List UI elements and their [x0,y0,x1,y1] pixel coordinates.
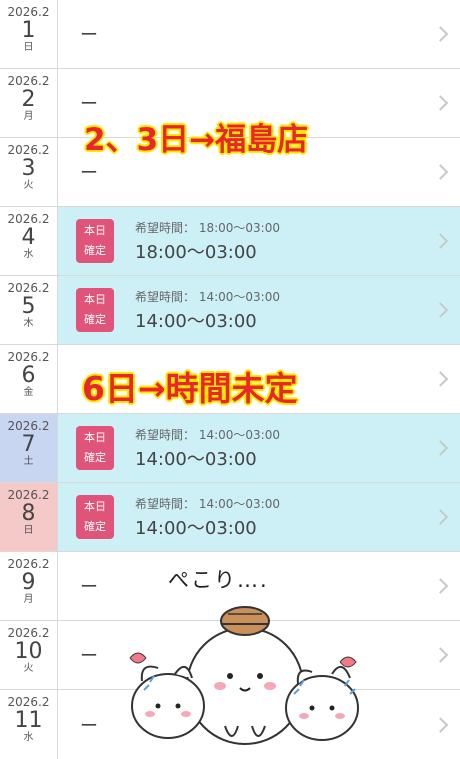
no-shift-dash: ー [80,94,98,115]
badge-top-label: 本日 [84,224,106,237]
requested-time: 希望時間： 14:00〜03:00 [135,290,280,304]
year-month: 2026.2 [7,74,50,88]
day-number: 4 [21,225,36,250]
badge-top-label: 本日 [84,431,106,444]
year-month: 2026.2 [7,626,50,640]
no-shift-dash: ー [80,646,98,667]
year-month: 2026.2 [7,5,50,19]
year-month: 2026.2 [7,419,50,433]
year-month: 2026.2 [7,557,50,571]
confirmed-time: 14:00〜03:00 [135,311,257,332]
year-month: 2026.2 [7,281,50,295]
bowing-characters-sticker: ぺこり…. [120,560,370,756]
confirmed-time: 14:00〜03:00 [135,449,257,470]
confirmed-badge: 本日 確定 [76,288,114,332]
badge-top-label: 本日 [84,500,106,513]
day-number: 1 [21,18,36,43]
requested-time: 希望時間： 14:00〜03:00 [135,428,280,442]
date-cell: 2026.2 8 日 [0,483,58,551]
day-row-1[interactable]: 2026.2 1 日 ー [0,0,460,69]
shift-content: 本日 確定 希望時間： 14:00〜03:00 14:00〜03:00 [58,414,460,482]
confirmed-badge: 本日 確定 [76,219,114,263]
weekday: 木 [23,318,34,329]
shift-content: 本日 確定 希望時間： 18:00〜03:00 18:00〜03:00 [58,207,460,275]
day-number: 10 [14,639,43,664]
day-number: 11 [14,708,43,733]
no-shift-dash: ー [80,163,98,184]
requested-time: 希望時間： 18:00〜03:00 [135,221,280,235]
date-cell: 2026.2 5 木 [0,276,58,344]
weekday: 金 [23,387,34,398]
badge-bottom-label: 確定 [84,244,106,257]
day-number: 8 [21,501,36,526]
weekday: 月 [23,111,34,122]
day-number: 7 [21,432,36,457]
shift-content: 本日 確定 希望時間： 14:00〜03:00 14:00〜03:00 [58,276,460,344]
characters-illustration [129,606,359,745]
date-cell: 2026.2 2 月 [0,69,58,137]
year-month: 2026.2 [7,212,50,226]
no-shift-dash: ー [80,25,98,46]
date-cell: 2026.2 6 金 [0,345,58,413]
weekday: 日 [23,525,34,536]
shift-content: ー [58,0,460,68]
weekday: 月 [23,594,34,605]
day-row-8[interactable]: 2026.2 8 日 本日 確定 希望時間： 14:00〜03:00 14:00… [0,483,460,552]
day-row-4[interactable]: 2026.2 4 水 本日 確定 希望時間： 18:00〜03:00 18:00… [0,207,460,276]
no-shift-dash: ー [80,715,98,737]
day-row-5[interactable]: 2026.2 5 木 本日 確定 希望時間： 14:00〜03:00 14:00… [0,276,460,345]
date-cell: 2026.2 10 火 [0,621,58,689]
weekday: 日 [23,42,34,53]
confirmed-badge: 本日 確定 [76,426,114,470]
year-month: 2026.2 [7,695,50,709]
weekday: 水 [23,732,34,743]
date-cell: 2026.2 11 水 [0,690,58,759]
overlay-note-fukushima: 2、3日→福島店 [84,122,309,158]
badge-bottom-label: 確定 [84,313,106,326]
no-shift-dash: ー [80,577,98,598]
day-number: 5 [21,294,36,319]
weekday: 土 [23,456,34,467]
confirmed-badge: 本日 確定 [76,495,114,539]
requested-time: 希望時間： 14:00〜03:00 [135,497,280,511]
date-cell: 2026.2 7 土 [0,414,58,482]
day-number: 3 [21,156,36,181]
overlay-note-undecided: 6日→時間未定 [82,369,298,408]
shift-content: 本日 確定 希望時間： 14:00〜03:00 14:00〜03:00 [58,483,460,551]
year-month: 2026.2 [7,143,50,157]
badge-bottom-label: 確定 [84,451,106,464]
year-month: 2026.2 [7,488,50,502]
day-number: 2 [21,87,36,112]
date-cell: 2026.2 3 火 [0,138,58,206]
confirmed-time: 14:00〜03:00 [135,518,257,539]
weekday: 水 [23,249,34,260]
day-number: 9 [21,570,36,595]
badge-bottom-label: 確定 [84,520,106,533]
date-cell: 2026.2 9 月 [0,552,58,620]
year-month: 2026.2 [7,350,50,364]
date-cell: 2026.2 4 水 [0,207,58,275]
badge-top-label: 本日 [84,293,106,306]
weekday: 火 [23,663,34,674]
date-cell: 2026.2 1 日 [0,0,58,68]
confirmed-time: 18:00〜03:00 [135,242,257,263]
day-row-7[interactable]: 2026.2 7 土 本日 確定 希望時間： 14:00〜03:00 14:00… [0,414,460,483]
weekday: 火 [23,180,34,191]
day-number: 6 [21,363,36,388]
